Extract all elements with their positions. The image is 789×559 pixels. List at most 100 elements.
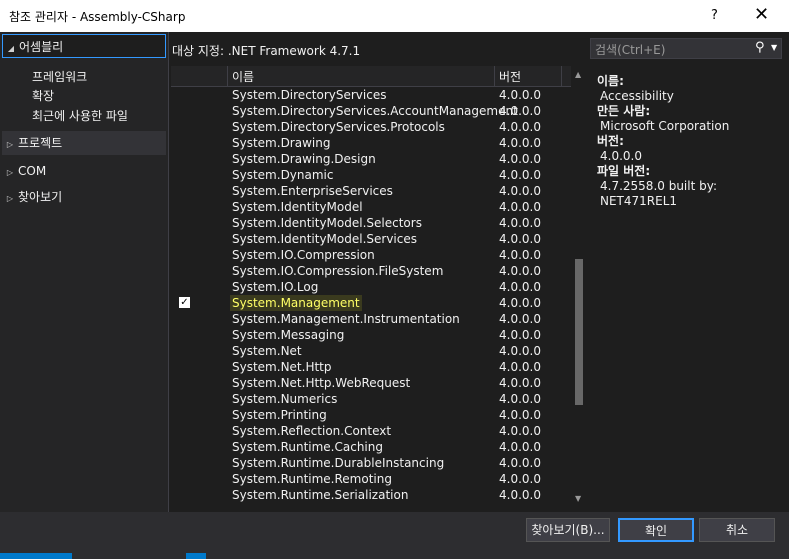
assembly-name: System.Reflection.Context: [232, 424, 392, 438]
table-row[interactable]: System.Net.Http.WebRequest 4.0.0.0: [171, 375, 571, 391]
assembly-version: 4.0.0.0: [499, 312, 541, 326]
assembly-name: System.Management.Instrumentation: [232, 312, 460, 326]
tree-node-com[interactable]: ▷ COM: [2, 159, 166, 183]
assembly-version: 4.0.0.0: [499, 376, 541, 390]
assembly-name: System.IO.Log: [232, 280, 319, 294]
target-framework-label: 대상 지정: .NET Framework 4.7.1: [172, 44, 361, 58]
table-row[interactable]: System.DirectoryServices.Protocols 4.0.0.…: [171, 119, 571, 135]
browse-button[interactable]: 찾아보기(B)...: [526, 518, 610, 542]
assembly-version: 4.0.0.0: [499, 440, 541, 454]
table-row[interactable]: System.Runtime.Serialization 4.0.0.0: [171, 487, 571, 503]
table-row[interactable]: System.DirectoryServices 4.0.0.0: [171, 87, 571, 103]
tree-item-recent[interactable]: 최근에 사용한 파일: [32, 107, 128, 124]
table-row[interactable]: System.Messaging 4.0.0.0: [171, 327, 571, 343]
tree-node-assemblies[interactable]: ◢ 어셈블리: [2, 34, 166, 58]
assembly-name: System.Dynamic: [232, 168, 334, 182]
tree-item-framework[interactable]: 프레임워크: [32, 68, 87, 85]
assembly-name: System.Runtime.Caching: [232, 440, 383, 454]
file-version-label: 파일 버전:: [597, 164, 651, 178]
assembly-name: System.IO.Compression.FileSystem: [232, 264, 444, 278]
assembly-version: 4.0.0.0: [499, 248, 541, 262]
table-row[interactable]: System.Drawing.Design 4.0.0.0: [171, 151, 571, 167]
table-row[interactable]: System.Dynamic 4.0.0.0: [171, 167, 571, 183]
checkbox-column-header[interactable]: [171, 66, 228, 86]
assembly-version: 4.0.0.0: [499, 344, 541, 358]
assembly-name: System.Runtime.DurableInstancing: [232, 456, 445, 470]
table-row[interactable]: System.EnterpriseServices 4.0.0.0: [171, 183, 571, 199]
collapsed-arrow-icon: ▷: [6, 194, 14, 203]
assembly-version: 4.0.0.0: [499, 472, 541, 486]
assembly-version: 4.0.0.0: [499, 216, 541, 230]
details-panel: 이름: Accessibility 만든 사람: Microsoft Corpo…: [597, 74, 789, 209]
table-row[interactable]: ✓ System.Management 4.0.0.0: [171, 295, 571, 311]
table-row[interactable]: System.Net.Http 4.0.0.0: [171, 359, 571, 375]
assembly-version: 4.0.0.0: [499, 392, 541, 406]
assembly-name: System.Runtime.Remoting: [232, 472, 392, 486]
table-row[interactable]: System.Reflection.Context 4.0.0.0: [171, 423, 571, 439]
tree-node-label: 찾아보기: [18, 190, 63, 204]
assembly-name: System.IO.Compression: [232, 248, 375, 262]
tree-item-extensions[interactable]: 확장: [32, 87, 54, 104]
assembly-version: 4.0.0.0: [499, 88, 541, 102]
assembly-name: System.Drawing.Design: [232, 152, 376, 166]
search-box[interactable]: 검색(Ctrl+E) ⚲ ▼: [590, 38, 782, 59]
name-label: 이름:: [597, 74, 624, 88]
assembly-name: System.Printing: [232, 408, 327, 422]
table-row[interactable]: System.Net 4.0.0.0: [171, 343, 571, 359]
name-column-header[interactable]: 이름: [228, 66, 495, 86]
assembly-version: 4.0.0.0: [499, 136, 541, 150]
assembly-name: System.Net: [232, 344, 302, 358]
table-row[interactable]: System.Printing 4.0.0.0: [171, 407, 571, 423]
assembly-version: 4.0.0.0: [499, 456, 541, 470]
title-bar: 참조 관리자 - Assembly-CSharp ? ✕: [0, 0, 789, 32]
table-row[interactable]: System.Management.Instrumentation 4.0.0.0: [171, 311, 571, 327]
tree-node-projects[interactable]: ▷ 프로젝트: [2, 131, 166, 155]
name-value: Accessibility: [600, 89, 674, 103]
table-row[interactable]: System.IO.Log 4.0.0.0: [171, 279, 571, 295]
tree-node-label: 프로젝트: [18, 136, 63, 150]
table-row[interactable]: System.IO.Compression.FileSystem 4.0.0.0: [171, 263, 571, 279]
chevron-down-icon[interactable]: ▼: [771, 43, 777, 52]
table-row[interactable]: System.Numerics 4.0.0.0: [171, 391, 571, 407]
assembly-version: 4.0.0.0: [499, 264, 541, 278]
version-column-header[interactable]: 버전: [495, 66, 562, 86]
assembly-version: 4.0.0.0: [499, 168, 541, 182]
table-row[interactable]: System.IO.Compression 4.0.0.0: [171, 247, 571, 263]
assembly-name: System.DirectoryServices.AccountManageme…: [232, 104, 518, 118]
assembly-name: System.Runtime.Serialization: [232, 488, 409, 502]
collapsed-arrow-icon: ▷: [6, 168, 14, 177]
tree-node-label: 어셈블리: [19, 40, 64, 54]
version-label: 버전:: [597, 134, 624, 148]
tree-node-browse[interactable]: ▷ 찾아보기: [2, 185, 166, 209]
category-tree: ◢ 어셈블리 프레임워크 확장 최근에 사용한 파일 ▷ 프로젝트 ▷ COM ▷ 찾아…: [0, 32, 169, 512]
table-row[interactable]: System.Drawing 4.0.0.0: [171, 135, 571, 151]
help-button[interactable]: ?: [711, 8, 718, 23]
cancel-button[interactable]: 취소: [699, 518, 775, 542]
search-icon[interactable]: ⚲: [755, 40, 765, 55]
vertical-scrollbar[interactable]: ▲ ▼: [572, 66, 586, 508]
table-row[interactable]: System.Runtime.Caching 4.0.0.0: [171, 439, 571, 455]
assembly-version: 4.0.0.0: [499, 184, 541, 198]
assembly-name: System.IdentityModel: [232, 200, 363, 214]
scroll-down-icon[interactable]: ▼: [575, 494, 581, 503]
close-button[interactable]: ✕: [754, 4, 769, 25]
table-row[interactable]: System.Runtime.Remoting 4.0.0.0: [171, 471, 571, 487]
expanded-arrow-icon: ◢: [7, 44, 15, 53]
table-row[interactable]: System.Runtime.DurableInstancing 4.0.0.0: [171, 455, 571, 471]
assembly-name: System.Net.Http: [232, 360, 332, 374]
assembly-version: 4.0.0.0: [499, 104, 541, 118]
scroll-up-icon[interactable]: ▲: [575, 70, 581, 79]
table-row[interactable]: System.IdentityModel.Services 4.0.0.0: [171, 231, 571, 247]
assembly-version: 4.0.0.0: [499, 280, 541, 294]
ok-button[interactable]: 확인: [618, 518, 694, 542]
assembly-version: 4.0.0.0: [499, 408, 541, 422]
assembly-version: 4.0.0.0: [499, 120, 541, 134]
name-column-label: 이름: [232, 70, 255, 84]
checkbox-checked-icon[interactable]: ✓: [179, 297, 190, 308]
table-row[interactable]: System.DirectoryServices.AccountManageme…: [171, 103, 571, 119]
scroll-thumb[interactable]: [575, 259, 583, 405]
assembly-list: 이름 버전 System.DirectoryServices 4.0.0.0 Sys…: [171, 66, 571, 508]
assembly-name: System.Management: [230, 295, 362, 311]
table-row[interactable]: System.IdentityModel 4.0.0.0: [171, 199, 571, 215]
table-row[interactable]: System.IdentityModel.Selectors 4.0.0.0: [171, 215, 571, 231]
